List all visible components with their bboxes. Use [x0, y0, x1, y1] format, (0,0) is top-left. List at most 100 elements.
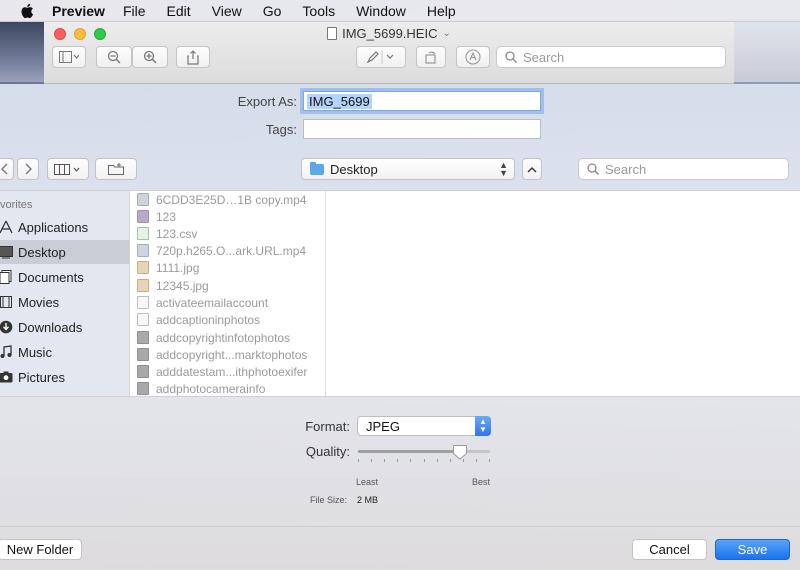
annotate-icon	[465, 49, 481, 65]
menu-app-name[interactable]: Preview	[52, 3, 105, 19]
menu-file[interactable]: File	[123, 3, 146, 19]
window-search-field[interactable]: Search	[496, 46, 726, 68]
updown-arrows-icon: ▲ ▼	[499, 160, 508, 178]
chevron-down-icon[interactable]: ⌄	[442, 28, 450, 39]
sidebar-item-applications[interactable]: Applications	[0, 215, 129, 239]
sidebar-item-label: Downloads	[18, 319, 83, 335]
location-popup[interactable]: Desktop ▲ ▼	[301, 158, 515, 180]
file-row[interactable]: 123	[134, 208, 324, 225]
markup-pen-icon	[366, 50, 394, 64]
zoom-out-button[interactable]	[96, 46, 132, 68]
file-column: 6CDD3E25D…1B copy.mp4 123 123.csv 720p.h…	[134, 191, 326, 396]
sidebar-item-label: Applications	[18, 219, 89, 235]
sidebar-item-label: Desktop	[18, 244, 66, 260]
share-button[interactable]	[176, 46, 210, 68]
sidebar-item-documents[interactable]: Documents	[0, 265, 129, 289]
cancel-button[interactable]: Cancel	[632, 539, 707, 560]
sheet-search-field[interactable]: Search	[578, 158, 789, 180]
photo-file-icon	[137, 348, 149, 361]
file-row[interactable]: 6CDD3E25D…1B copy.mp4	[134, 191, 324, 208]
sidebar-item-pictures[interactable]: Pictures	[0, 365, 129, 389]
new-folder-toolbar-button[interactable]	[95, 158, 137, 180]
apple-logo-icon[interactable]	[18, 2, 36, 20]
file-size-label: File Size:	[310, 495, 348, 505]
pictures-icon	[0, 369, 14, 385]
format-popup[interactable]: JPEG ▲ ▼	[357, 416, 491, 436]
file-row[interactable]: addcaptioninphotos	[134, 311, 324, 328]
file-row[interactable]: addcopyright...marktophotos	[134, 346, 324, 363]
quality-slider[interactable]	[358, 450, 490, 453]
sidebar-item-movies[interactable]: Movies	[0, 290, 129, 314]
new-folder-button[interactable]: New Folder	[0, 539, 82, 560]
file-row[interactable]: adddatestam...ithphotoexifer	[134, 363, 324, 380]
file-name: addcaptioninphotos	[156, 312, 261, 327]
menu-edit[interactable]: Edit	[167, 3, 191, 19]
tags-field[interactable]	[303, 119, 541, 139]
file-row[interactable]: 720p.h265.O...ark.URL.mp4	[134, 242, 324, 259]
menu-tools[interactable]: Tools	[302, 3, 335, 19]
annotate-button[interactable]	[456, 46, 490, 68]
rotate-button[interactable]	[416, 46, 446, 68]
file-row[interactable]: 123.csv	[134, 225, 324, 242]
quality-slider-ticks	[358, 459, 490, 462]
music-icon	[0, 344, 14, 360]
file-row[interactable]: addphotocamerainfo	[134, 380, 324, 397]
sidebar-toggle-button[interactable]	[52, 46, 86, 68]
sheet-button-bar: New Folder Cancel Save	[0, 526, 800, 570]
collapse-browser-button[interactable]	[522, 158, 542, 180]
applications-icon	[0, 219, 14, 235]
file-row[interactable]: 1111.jpg	[134, 259, 324, 276]
share-icon	[187, 49, 199, 65]
file-row[interactable]: addcopyrightinfotophotos	[134, 329, 324, 346]
tags-row: Tags:	[236, 119, 541, 139]
menu-go[interactable]: Go	[263, 3, 282, 19]
menu-help[interactable]: Help	[427, 3, 456, 19]
chevron-left-icon	[0, 163, 7, 175]
document-file-icon	[137, 313, 149, 326]
quality-slider-tick	[489, 459, 490, 462]
file-name: 720p.h265.O...ark.URL.mp4	[156, 243, 307, 258]
rotate-icon	[425, 51, 436, 64]
view-mode-button[interactable]	[47, 158, 89, 180]
file-name: 6CDD3E25D…1B copy.mp4	[156, 192, 307, 207]
sidebar-item-downloads[interactable]: Downloads	[0, 315, 129, 339]
menu-view[interactable]: View	[212, 3, 242, 19]
zoom-out-icon	[107, 50, 121, 64]
export-sheet: Export As: IMG_5699 Tags: Desktop ▲ ▼ Sea…	[0, 84, 800, 570]
zoom-in-button[interactable]	[132, 46, 168, 68]
new-folder-icon	[108, 163, 124, 175]
chevron-right-icon	[25, 163, 32, 175]
format-value: JPEG	[366, 418, 400, 434]
desktop-background	[0, 22, 44, 82]
photo-file-icon	[137, 382, 149, 395]
file-browser: vorites Applications Desktop Documents M…	[0, 190, 800, 397]
forward-button[interactable]	[17, 158, 39, 180]
tags-label: Tags:	[265, 121, 297, 137]
quality-slider-tick	[475, 459, 477, 462]
file-name: addcopyright...marktophotos	[156, 347, 308, 362]
search-icon	[505, 51, 517, 63]
sidebar-item-music[interactable]: Music	[0, 340, 129, 364]
quality-slider-thumb[interactable]	[452, 444, 468, 460]
updown-arrows-icon: ▲ ▼	[475, 416, 491, 436]
sidebar-item-desktop[interactable]: Desktop	[0, 240, 129, 264]
save-button[interactable]: Save	[715, 539, 790, 560]
file-row[interactable]: activateemailaccount	[134, 294, 324, 311]
quality-slider-tick	[423, 459, 425, 462]
jpg-file-icon	[137, 261, 149, 274]
downloads-icon	[0, 319, 14, 335]
file-name: 123	[156, 209, 177, 224]
back-button[interactable]	[0, 158, 14, 180]
quality-min-label: Least	[356, 477, 379, 487]
markup-button[interactable]	[356, 46, 406, 68]
file-row[interactable]: 12345.jpg	[134, 277, 324, 294]
location-value: Desktop	[330, 161, 378, 177]
file-size-value: 2 MB	[357, 495, 379, 505]
menu-window[interactable]: Window	[356, 3, 406, 19]
folder-icon	[310, 161, 324, 175]
export-as-field[interactable]: IMG_5699	[303, 91, 541, 111]
export-as-value: IMG_5699	[307, 93, 372, 109]
zoom-in-icon	[143, 50, 157, 64]
sidebar-item-label: Pictures	[18, 369, 65, 385]
file-name: 12345.jpg	[156, 278, 209, 293]
